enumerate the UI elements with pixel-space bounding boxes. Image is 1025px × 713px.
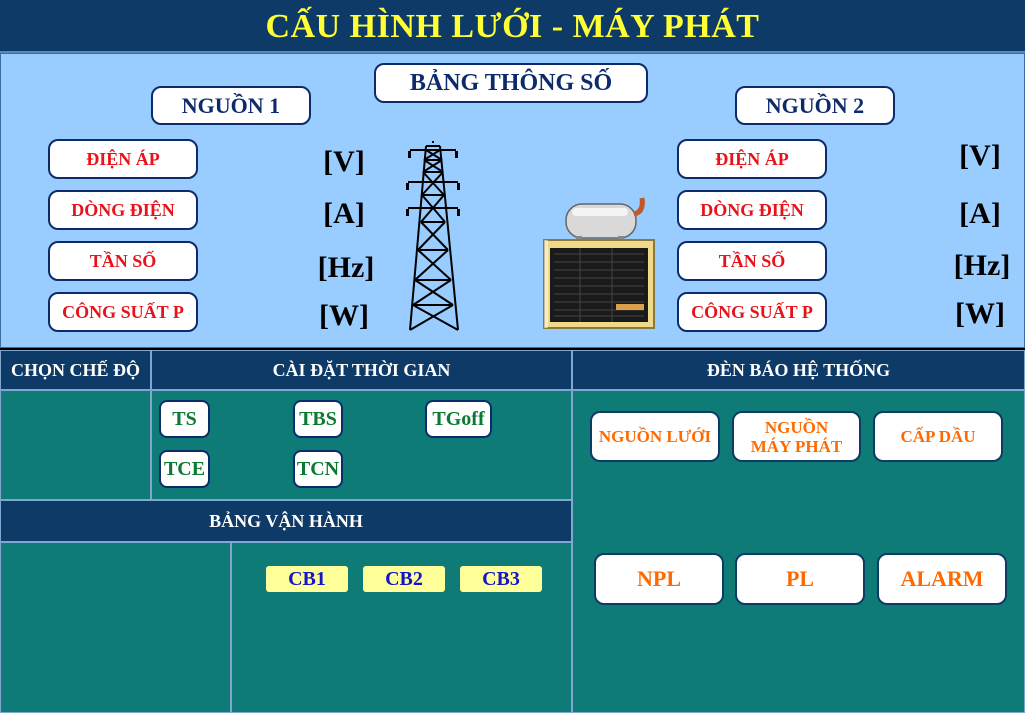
fuel-supply-indicator[interactable]: CẤP DẦU (873, 411, 1003, 462)
source-2-voltage-unit: [V] (959, 139, 1001, 172)
source-2-label: NGUỒN 2 (735, 86, 895, 125)
pl-indicator[interactable]: PL (735, 553, 865, 605)
source-2-voltage-label: ĐIỆN ÁP (677, 139, 827, 179)
generator-source-indicator-line2: MÁY PHÁT (750, 436, 843, 456)
indicators-header: ĐÈN BÁO HỆ THỐNG (572, 350, 1025, 390)
generator-source-indicator-line1: NGUỒN (764, 417, 829, 437)
npl-indicator[interactable]: NPL (594, 553, 724, 605)
ts-button[interactable]: TS (159, 400, 210, 438)
cb2-button[interactable]: CB2 (363, 566, 445, 592)
tgoff-button[interactable]: TGoff (425, 400, 492, 438)
source-1-frequency-unit: [Hz] (317, 251, 375, 284)
cb3-button[interactable]: CB3 (460, 566, 542, 592)
time-settings-panel (151, 390, 572, 500)
source-1-voltage-unit: [V] (323, 145, 365, 178)
alarm-indicator[interactable]: ALARM (877, 553, 1007, 605)
source-1-power-label: CÔNG SUẤT P (48, 292, 198, 332)
grid-source-indicator-label: NGUỒN LƯỚI (598, 427, 712, 446)
parameter-table-title: BẢNG THÔNG SỐ (374, 63, 648, 103)
mode-header: CHỌN CHẾ ĐỘ (0, 350, 151, 390)
generator-icon (543, 197, 655, 329)
source-1-label: NGUỒN 1 (151, 86, 311, 125)
generator-source-indicator[interactable]: NGUỒN MÁY PHÁT (732, 411, 861, 462)
page-title: CẤU HÌNH LƯỚI - MÁY PHÁT (265, 8, 760, 45)
source-2-current-unit: [A] (959, 197, 1001, 230)
source-1-current-unit: [A] (323, 197, 365, 230)
fuel-supply-indicator-label: CẤP DẦU (900, 427, 976, 446)
source-2-frequency-label: TẦN SỐ (677, 241, 827, 281)
source-1-current-label: DÒNG ĐIỆN (48, 190, 198, 230)
transmission-tower-icon (406, 141, 460, 331)
time-settings-header: CÀI ĐẶT THỜI GIAN (151, 350, 572, 390)
source-1-frequency-label: TẦN SỐ (48, 241, 198, 281)
source-2-power-label: CÔNG SUẤT P (677, 292, 827, 332)
cb1-button[interactable]: CB1 (266, 566, 348, 592)
tcn-button[interactable]: TCN (293, 450, 343, 488)
tbs-button[interactable]: TBS (293, 400, 343, 438)
source-2-current-label: DÒNG ĐIỆN (677, 190, 827, 230)
operation-left-panel (0, 542, 231, 713)
source-2-power-unit: [W] (955, 297, 1005, 330)
operation-header: BẢNG VẬN HÀNH (0, 500, 572, 542)
source-1-power-unit: [W] (319, 299, 369, 332)
grid-source-indicator[interactable]: NGUỒN LƯỚI (590, 411, 720, 462)
source-2-frequency-unit: [Hz] (953, 249, 1011, 282)
tce-button[interactable]: TCE (159, 450, 210, 488)
source-1-voltage-label: ĐIỆN ÁP (48, 139, 198, 179)
mode-panel (0, 390, 151, 500)
